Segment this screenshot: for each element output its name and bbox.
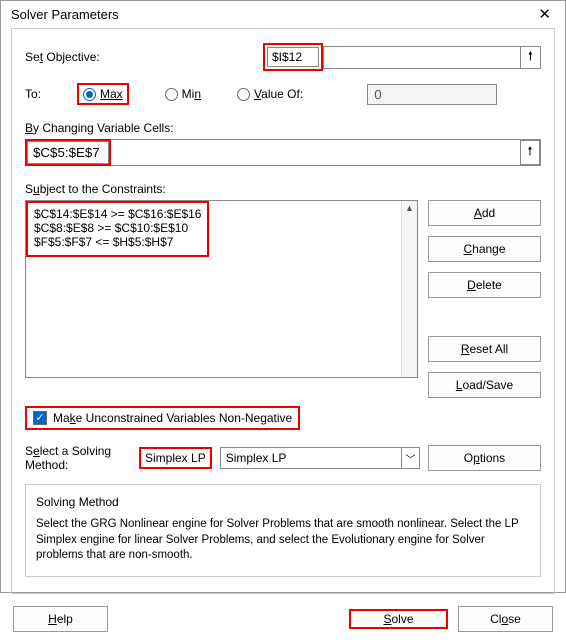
range-picker-icon[interactable]: 🠕 xyxy=(520,140,540,165)
add-button[interactable]: Add xyxy=(428,200,541,226)
objective-input-ext[interactable] xyxy=(324,47,520,68)
radio-min-label: Min xyxy=(182,87,201,101)
info-text: Select the GRG Nonlinear engine for Solv… xyxy=(36,517,530,564)
objective-input[interactable] xyxy=(267,47,319,67)
close-button[interactable]: Close xyxy=(458,606,553,632)
changing-cells-input-ext[interactable] xyxy=(111,140,520,165)
solving-method-info: Solving Method Select the GRG Nonlinear … xyxy=(25,484,541,577)
non-negative-checkbox[interactable]: ✓ Make Unconstrained Variables Non-Negat… xyxy=(25,406,300,430)
constraints-label: Subject to the Constraints: xyxy=(25,182,541,196)
to-label: To: xyxy=(25,87,77,101)
info-title: Solving Method xyxy=(36,495,530,509)
window-title: Solver Parameters xyxy=(11,7,119,22)
scroll-up-icon[interactable]: ▲ xyxy=(402,201,417,215)
constraint-line[interactable]: $C$8:$E$8 >= $C$10:$E$10 xyxy=(34,221,201,235)
delete-button[interactable]: Delete xyxy=(428,272,541,298)
reset-all-button[interactable]: Reset All xyxy=(428,336,541,362)
changing-cells-input[interactable] xyxy=(27,141,109,164)
radio-valueof-label: Value Of: xyxy=(254,87,303,101)
chevron-down-icon[interactable]: ﹀ xyxy=(401,448,419,468)
radio-valueof[interactable]: Value Of: xyxy=(237,87,303,101)
checkbox-icon: ✓ xyxy=(33,411,47,425)
set-objective-label: Set Objective: xyxy=(25,50,255,64)
method-value-highlighted: Simplex LP xyxy=(145,451,206,465)
method-label: Select a Solving Method: xyxy=(25,444,131,472)
valueof-input[interactable] xyxy=(367,84,497,105)
change-button[interactable]: Change xyxy=(428,236,541,262)
radio-icon xyxy=(165,88,178,101)
range-picker-icon[interactable]: 🠕 xyxy=(520,47,540,68)
method-select-text: Simplex LP xyxy=(221,448,401,468)
radio-max-label: Max xyxy=(100,87,123,101)
radio-max[interactable]: Max xyxy=(77,83,129,105)
constraint-line[interactable]: $C$14:$E$14 >= $C$16:$E$16 xyxy=(34,207,201,221)
load-save-button[interactable]: Load/Save xyxy=(428,372,541,398)
radio-icon xyxy=(237,88,250,101)
method-select[interactable]: Simplex LP ﹀ xyxy=(220,447,420,469)
changing-cells-label: By Changing Variable Cells: xyxy=(25,121,541,135)
constraint-line[interactable]: $F$5:$F$7 <= $H$5:$H$7 xyxy=(34,235,201,249)
help-button[interactable]: Help xyxy=(13,606,108,632)
non-negative-label: Make Unconstrained Variables Non-Negativ… xyxy=(53,411,292,425)
radio-icon xyxy=(83,88,96,101)
scrollbar[interactable]: ▲ xyxy=(401,201,417,377)
options-button[interactable]: Options xyxy=(428,445,541,471)
close-icon[interactable]: ✕ xyxy=(534,7,555,22)
radio-min[interactable]: Min xyxy=(165,87,201,101)
constraints-listbox[interactable]: $C$14:$E$14 >= $C$16:$E$16 $C$8:$E$8 >= … xyxy=(25,200,418,378)
solve-button[interactable]: Solve xyxy=(349,609,448,629)
